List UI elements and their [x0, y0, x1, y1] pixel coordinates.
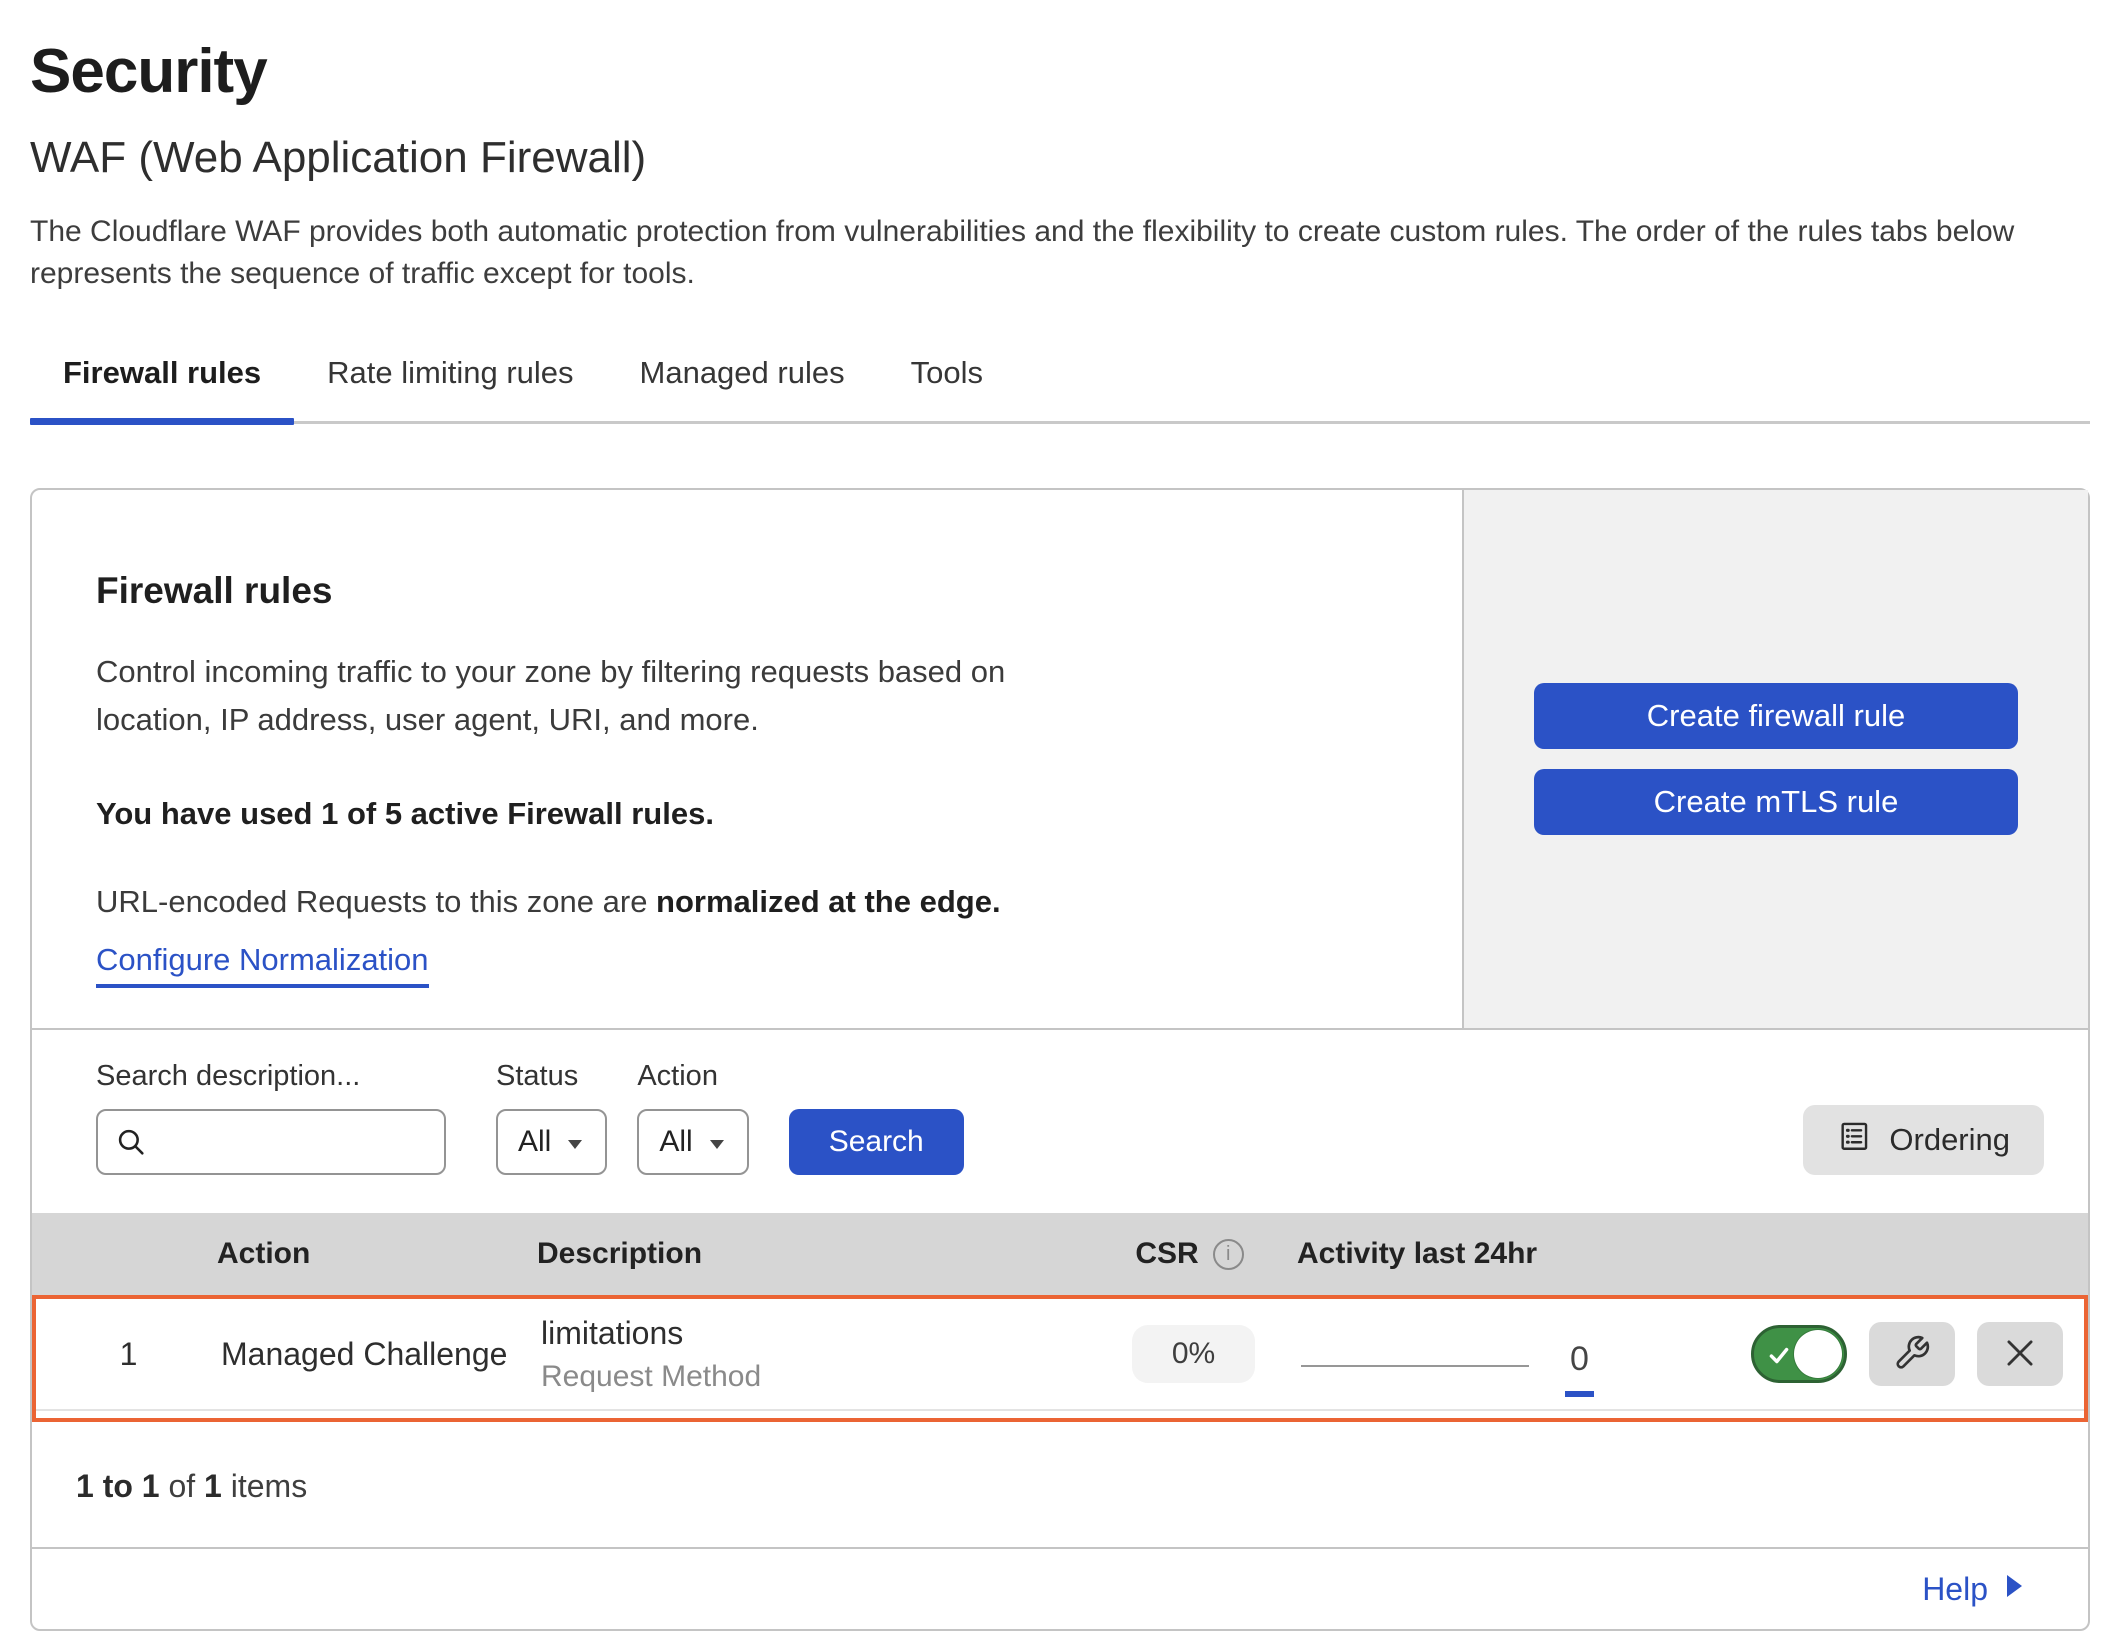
arrow-right-icon: [2004, 1571, 2024, 1608]
status-label: Status: [496, 1060, 607, 1093]
rule-enabled-toggle[interactable]: [1751, 1325, 1847, 1383]
usage-counter: You have used 1 of 5 active Firewall rul…: [96, 796, 1402, 832]
page-subtitle: WAF (Web Application Firewall): [30, 133, 2090, 183]
firewall-rules-card: Firewall rules Control incoming traffic …: [30, 488, 2090, 1631]
ordering-button[interactable]: Ordering: [1803, 1105, 2044, 1175]
column-header-csr: CSR: [1135, 1237, 1198, 1271]
search-input[interactable]: [96, 1109, 446, 1175]
edit-rule-button[interactable]: [1869, 1322, 1955, 1386]
activity-sparkline: [1301, 1365, 1529, 1367]
column-header-action: Action: [217, 1237, 537, 1271]
column-header-activity: Activity last 24hr: [1297, 1237, 1747, 1271]
actions-panel: Create firewall rule Create mTLS rule: [1462, 490, 2088, 1028]
help-link[interactable]: Help: [1922, 1571, 2024, 1608]
wrench-icon: [1893, 1334, 1931, 1375]
rule-expression: Request Method: [541, 1360, 1086, 1394]
page-title: Security: [30, 36, 2090, 107]
table-header: Action Description CSR i Activity last 2…: [32, 1213, 2088, 1295]
action-label: Action: [637, 1060, 748, 1093]
card-heading: Firewall rules: [96, 570, 1402, 612]
action-dropdown[interactable]: All: [637, 1109, 748, 1175]
tab-firewall-rules[interactable]: Firewall rules: [30, 349, 294, 421]
search-icon: [114, 1125, 148, 1164]
rules-tab-bar: Firewall rules Rate limiting rules Manag…: [30, 349, 2090, 424]
firewall-rule-row: 1 Managed Challenge limitations Request …: [32, 1295, 2088, 1422]
rule-action: Managed Challenge: [221, 1336, 541, 1373]
configure-normalization-link[interactable]: Configure Normalization: [96, 942, 429, 988]
rule-description: limitations: [541, 1315, 1086, 1352]
pagination-summary: 1 to 1 of 1 items: [32, 1422, 2088, 1549]
security-waf-page: Security WAF (Web Application Firewall) …: [0, 0, 2114, 1631]
table-row: 1 Managed Challenge limitations Request …: [36, 1299, 2084, 1411]
check-icon: [1766, 1342, 1792, 1373]
firewall-rules-overview: Firewall rules Control incoming traffic …: [32, 490, 2088, 1030]
tab-tools[interactable]: Tools: [878, 349, 1016, 421]
search-button[interactable]: Search: [789, 1109, 964, 1175]
page-description: The Cloudflare WAF provides both automat…: [30, 211, 2082, 295]
rule-priority: 1: [36, 1336, 221, 1373]
search-label: Search description...: [96, 1060, 446, 1093]
column-header-description: Description: [537, 1237, 1082, 1271]
filter-bar: Search description... Status All: [32, 1030, 2088, 1213]
toggle-knob: [1794, 1330, 1842, 1378]
close-icon: [2001, 1334, 2039, 1375]
status-dropdown[interactable]: All: [496, 1109, 607, 1175]
create-firewall-rule-button[interactable]: Create firewall rule: [1534, 683, 2018, 749]
delete-rule-button[interactable]: [1977, 1322, 2063, 1386]
card-description: Control incoming traffic to your zone by…: [96, 648, 1076, 744]
normalization-note: URL-encoded Requests to this zone are no…: [96, 884, 1402, 920]
list-ordering-icon: [1837, 1119, 1871, 1161]
csr-badge: 0%: [1132, 1325, 1255, 1383]
chevron-down-icon: [565, 1125, 585, 1159]
chevron-down-icon: [707, 1125, 727, 1159]
info-icon[interactable]: i: [1213, 1239, 1244, 1270]
create-mtls-rule-button[interactable]: Create mTLS rule: [1534, 769, 2018, 835]
activity-count-link[interactable]: 0: [1565, 1340, 1594, 1397]
card-footer: Help: [32, 1549, 2088, 1629]
tab-managed-rules[interactable]: Managed rules: [607, 349, 878, 421]
tab-rate-limiting-rules[interactable]: Rate limiting rules: [294, 349, 606, 421]
